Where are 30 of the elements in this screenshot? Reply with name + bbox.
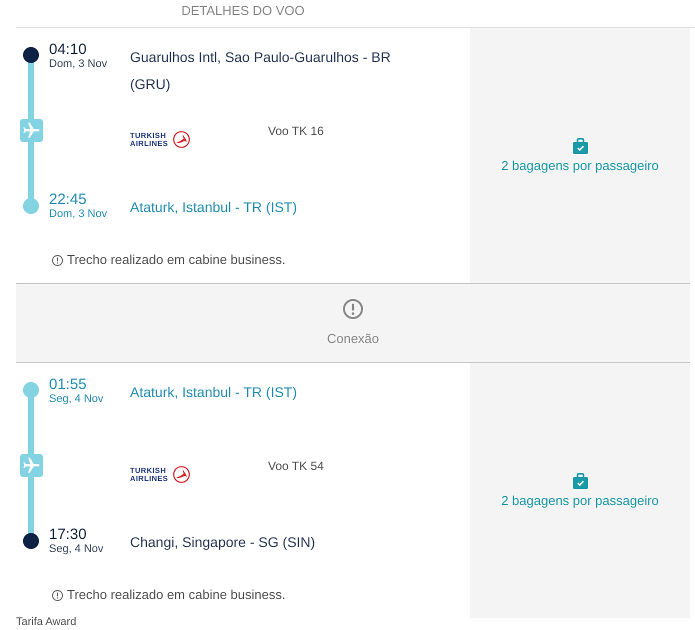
arrival-airport: Changi, Singapore - SG (SIN) — [130, 532, 316, 552]
airplane-icon — [20, 119, 43, 142]
suitcase-icon — [572, 138, 588, 154]
exclamation-circle-icon — [343, 299, 363, 319]
arrival-airport: Ataturk, Istanbul - TR (IST) — [130, 198, 298, 217]
exclamation-circle-icon — [52, 254, 63, 266]
baggage-allowance: 2 bagagens por passageiro — [501, 492, 659, 508]
fare-type: Tarifa Award — [16, 616, 78, 629]
departure-airport: Ataturk, Istanbul - TR (IST) — [130, 382, 298, 402]
arrival-time: 22:45 — [49, 192, 88, 208]
departure-date: Seg, 4 Nov — [49, 393, 104, 405]
departure-time: 01:55 — [49, 377, 88, 393]
arrival-date: Dom, 3 Nov — [49, 208, 108, 220]
baggage-allowance: 2 bagagens por passageiro — [501, 158, 659, 174]
departure-date: Dom, 3 Nov — [49, 58, 108, 70]
flight-number: Voo TK 54 — [268, 459, 324, 473]
flight-number: Voo TK 16 — [268, 124, 324, 138]
arrival-date: Seg, 4 Nov — [49, 543, 104, 555]
departure-airport: Guarulhos Intl, Sao Paulo-Guarulhos - BR (GRU) — [130, 48, 392, 94]
cabin-note: Trecho realizado em cabine business. — [67, 252, 286, 268]
bird-emblem-icon — [173, 466, 190, 483]
section-title: DETALHES DO VOO — [180, 2, 306, 20]
connection-label: Conexão — [326, 331, 380, 347]
airplane-icon — [20, 454, 43, 477]
departure-time: 04:10 — [49, 42, 88, 58]
suitcase-icon — [572, 472, 588, 488]
exclamation-circle-icon — [52, 590, 63, 600]
cabin-note: Trecho realizado em cabine business. — [67, 587, 286, 603]
arrival-time: 17:30 — [49, 527, 88, 543]
bird-emblem-icon — [173, 131, 190, 148]
